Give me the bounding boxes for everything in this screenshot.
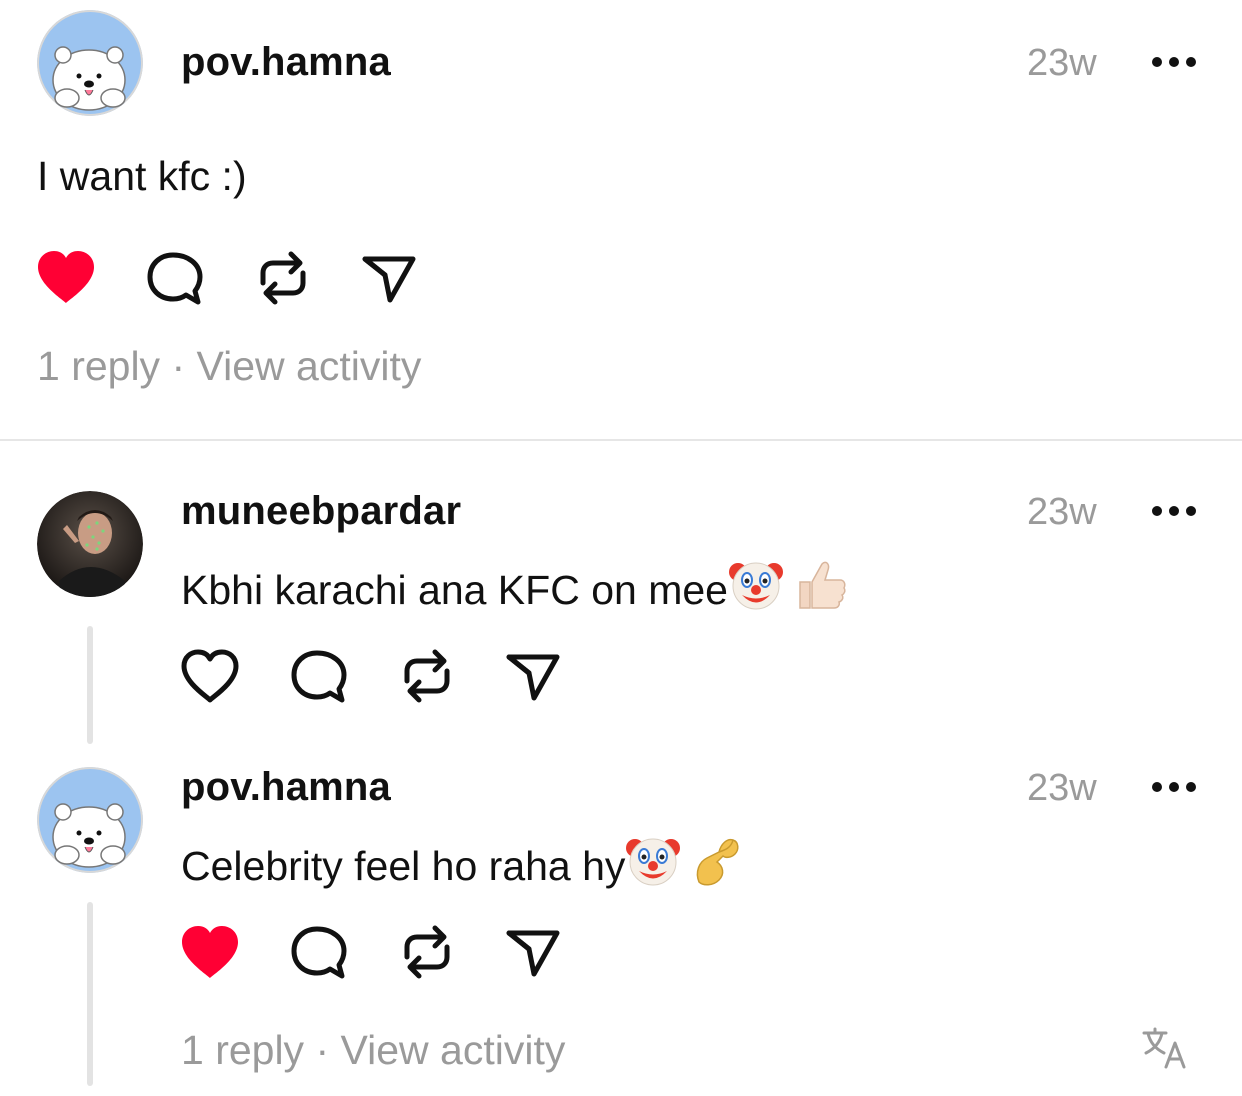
repost-icon[interactable]: [255, 249, 311, 307]
timestamp: 23w: [1027, 491, 1097, 533]
view-activity-link[interactable]: View activity: [197, 343, 422, 389]
thread-line: [87, 626, 93, 744]
more-icon[interactable]: [1152, 781, 1196, 793]
heart-icon[interactable]: [180, 648, 240, 704]
comment-icon[interactable]: [146, 251, 204, 307]
heart-icon[interactable]: [180, 924, 240, 980]
repost-icon[interactable]: [399, 647, 455, 705]
meta-separator: ·: [171, 343, 186, 389]
username[interactable]: pov.hamna: [181, 765, 391, 810]
avatar[interactable]: [37, 10, 143, 116]
translate-icon[interactable]: [1142, 1027, 1188, 1069]
thumbs-up-emoji: [792, 556, 848, 622]
thread-line: [87, 902, 93, 1086]
pinching-hand-emoji: [689, 832, 745, 898]
reply-count[interactable]: 1 reply: [181, 1027, 304, 1073]
view-activity-link[interactable]: View activity: [341, 1027, 566, 1073]
reply-text: Celebrity feel ho raha hy: [181, 832, 745, 898]
share-icon[interactable]: [506, 929, 560, 977]
more-icon[interactable]: [1152, 56, 1196, 68]
share-icon[interactable]: [362, 255, 416, 303]
repost-icon[interactable]: [399, 923, 455, 981]
heart-icon[interactable]: [36, 249, 96, 305]
post-text: I want kfc :): [37, 153, 247, 199]
more-icon[interactable]: [1152, 505, 1196, 517]
meta-separator: ·: [315, 1027, 330, 1073]
timestamp: 23w: [1027, 42, 1097, 84]
username[interactable]: pov.hamna: [181, 40, 391, 85]
reply-meta: 1 reply · View activity: [181, 1027, 565, 1074]
reply-text-content: Kbhi karachi ana KFC on mee: [181, 567, 728, 613]
avatar[interactable]: [37, 491, 143, 597]
reply-text: Kbhi karachi ana KFC on mee: [181, 556, 848, 622]
post-meta: 1 reply · View activity: [37, 343, 421, 390]
timestamp: 23w: [1027, 767, 1097, 809]
reply-count[interactable]: 1 reply: [37, 343, 160, 389]
reply-text-content: Celebrity feel ho raha hy: [181, 843, 626, 889]
clown-face-emoji: [728, 556, 784, 622]
comment-icon[interactable]: [290, 649, 348, 705]
comment-icon[interactable]: [290, 925, 348, 981]
clown-face-emoji: [625, 832, 681, 898]
avatar[interactable]: [37, 767, 143, 873]
divider: [0, 439, 1242, 441]
username[interactable]: muneebpardar: [181, 489, 461, 534]
share-icon[interactable]: [506, 653, 560, 701]
